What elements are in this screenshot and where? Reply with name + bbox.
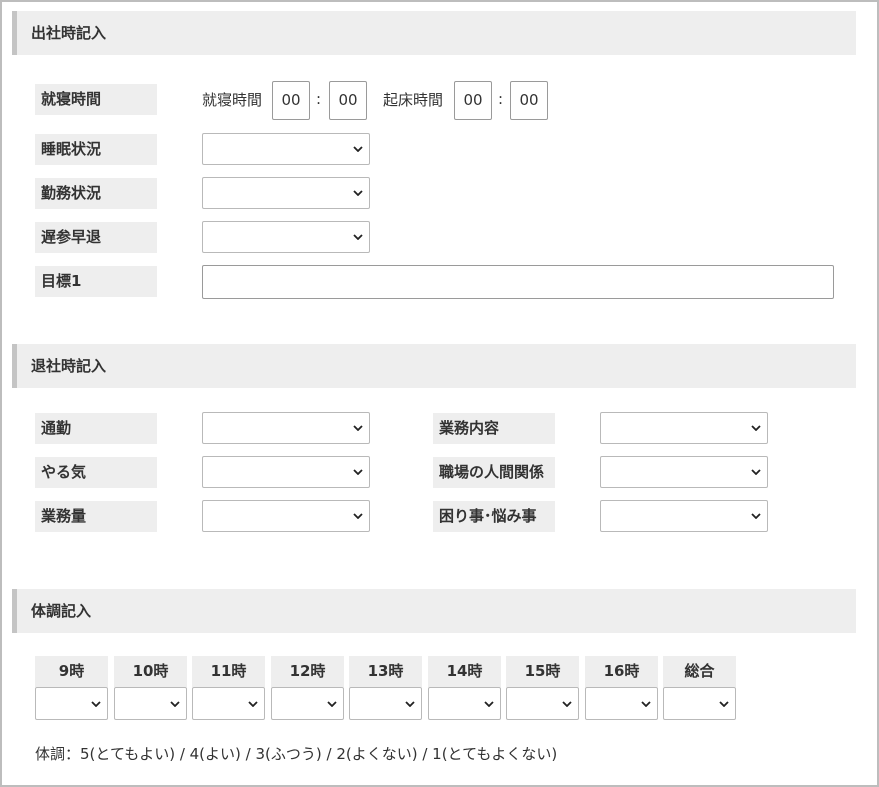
health-hour-select[interactable] (428, 687, 501, 720)
wake-hour-input[interactable]: 00 (454, 81, 492, 120)
chevron-down-icon (353, 513, 363, 519)
chevron-down-icon (641, 700, 651, 707)
health-hour-label: 14時 (428, 656, 501, 687)
health-hour-select[interactable] (114, 687, 187, 720)
health-hour-select[interactable] (35, 687, 108, 720)
chevron-down-icon (353, 146, 363, 152)
commute-select[interactable] (202, 412, 370, 444)
commute-label: 通勤 (35, 413, 157, 444)
chevron-down-icon (353, 190, 363, 196)
chevron-down-icon (484, 700, 494, 707)
health-hour-label: 16時 (585, 656, 658, 687)
chevron-down-icon (562, 700, 572, 707)
work-content-select[interactable] (600, 412, 768, 444)
chevron-down-icon (248, 700, 258, 707)
bedtime-inline-label: 就寝時間 (202, 91, 263, 109)
workload-label: 業務量 (35, 501, 157, 532)
health-hour-label: 15時 (506, 656, 579, 687)
section-header-attendance: 出社時記入 (12, 11, 856, 55)
health-hour-select[interactable] (663, 687, 736, 720)
late-early-select[interactable] (202, 221, 370, 253)
chevron-down-icon (751, 425, 761, 431)
relations-label: 職場の人間関係 (433, 457, 555, 488)
health-hour-label: 12時 (271, 656, 344, 687)
health-hour-select[interactable] (585, 687, 658, 720)
work-status-label: 勤務状況 (35, 178, 157, 209)
goal-label: 目標1 (35, 266, 157, 297)
chevron-down-icon (170, 700, 180, 707)
chevron-down-icon (751, 513, 761, 519)
health-legend: 体調：5(とてもよい) / 4(よい) / 3(ふつう) / 2(よくない) /… (35, 745, 558, 763)
chevron-down-icon (353, 425, 363, 431)
health-hour-label: 13時 (349, 656, 422, 687)
workload-select[interactable] (202, 500, 370, 532)
bedtime-minute-input[interactable]: 00 (329, 81, 367, 120)
bedtime-hour-input[interactable]: 00 (272, 81, 310, 120)
wake-label: 起床時間 (383, 91, 444, 109)
wake-colon: : (498, 90, 504, 108)
motivation-label: やる気 (35, 457, 157, 488)
bedtime-row-label: 就寝時間 (35, 84, 157, 115)
chevron-down-icon (751, 469, 761, 475)
chevron-down-icon (353, 234, 363, 240)
chevron-down-icon (91, 700, 101, 707)
troubles-label: 困り事･悩み事 (433, 501, 555, 532)
health-hour-label: 総合 (663, 656, 736, 687)
form-frame: 出社時記入 就寝時間 就寝時間 00 : 00 起床時間 00 : 00 睡眠状… (0, 0, 879, 787)
health-hour-select[interactable] (506, 687, 579, 720)
troubles-select[interactable] (600, 500, 768, 532)
late-early-label: 遅参早退 (35, 222, 157, 253)
chevron-down-icon (719, 700, 729, 707)
section-header-health: 体調記入 (12, 589, 856, 633)
health-hour-select[interactable] (271, 687, 344, 720)
work-status-select[interactable] (202, 177, 370, 209)
chevron-down-icon (353, 469, 363, 475)
sleep-status-label: 睡眠状況 (35, 134, 157, 165)
health-hour-select[interactable] (349, 687, 422, 720)
health-hour-select[interactable] (192, 687, 265, 720)
health-hour-label: 9時 (35, 656, 108, 687)
goal-input[interactable] (202, 265, 834, 299)
wake-minute-input[interactable]: 00 (510, 81, 548, 120)
health-hour-label: 11時 (192, 656, 265, 687)
work-content-label: 業務内容 (433, 413, 555, 444)
chevron-down-icon (405, 700, 415, 707)
relations-select[interactable] (600, 456, 768, 488)
motivation-select[interactable] (202, 456, 370, 488)
health-hour-label: 10時 (114, 656, 187, 687)
section-header-leave: 退社時記入 (12, 344, 856, 388)
sleep-status-select[interactable] (202, 133, 370, 165)
bedtime-colon: : (316, 90, 322, 108)
chevron-down-icon (327, 700, 337, 707)
